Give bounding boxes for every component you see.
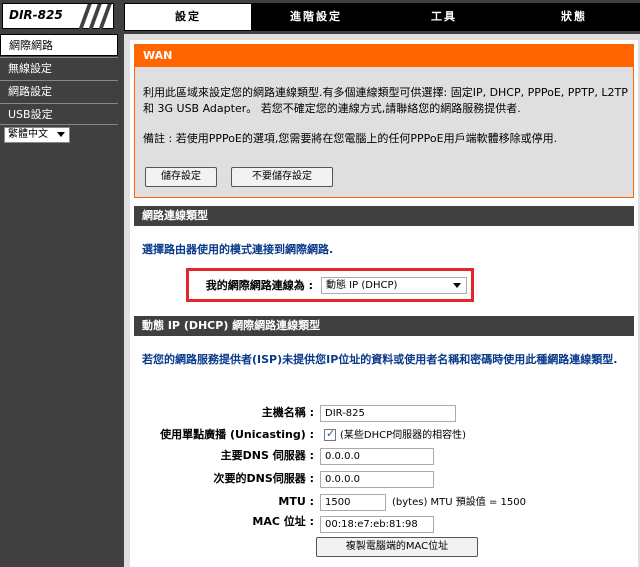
connection-type-select[interactable]: 動態 IP (DHCP) [321,277,467,294]
sidebar-item-usb[interactable]: USB設定 [0,103,118,125]
connection-type-header: 網路連線類型 [134,206,634,226]
connection-type-instruction: 選擇路由器使用的模式連接到網際網路. [142,243,334,256]
connection-type-select-value: 動態 IP (DHCP) [326,280,398,291]
mtu-note: (bytes) MTU 預設值 = 1500 [392,497,526,508]
chevron-down-icon [57,132,65,137]
sidebar: 網際網路 無線設定 網路設定 USB設定 繁體中文 [0,34,118,567]
save-settings-button[interactable]: 儲存設定 [145,167,217,187]
content-panel: WAN 利用此區域來設定您的網路連線類型.有多個連線類型可供選擇: 固定IP, … [130,40,638,567]
tab-setup[interactable]: 設定 [124,3,252,31]
wan-section: WAN 利用此區域來設定您的網路連線類型.有多個連線類型可供選擇: 固定IP, … [134,44,634,198]
mtu-input[interactable]: 1500 [320,494,386,511]
dhcp-header: 動態 IP (DHCP) 網際網路連線類型 [134,316,634,336]
tab-tools[interactable]: 工具 [380,3,508,31]
connection-type-highlight: 我的網際網路連線為 : 動態 IP (DHCP) [186,268,474,302]
wan-description: 利用此區域來設定您的網路連線類型.有多個連線類型可供選擇: 固定IP, DHCP… [143,86,628,115]
wan-note: 備註 : 若使用PPPoE的選項,您需要將在您電腦上的任何PPPoE用戶端軟體移… [143,132,558,145]
mac-input[interactable]: 00:18:e7:eb:81:98 [320,516,434,533]
dns1-input[interactable]: 0.0.0.0 [320,448,434,465]
mac-label: MAC 位址 : [252,515,314,528]
dhcp-instruction: 若您的網路服務提供者(ISP)未提供您IP位址的資料或使用者名稱和密碼時使用此種… [142,353,618,366]
sidebar-item-network[interactable]: 網路設定 [0,80,118,102]
logo-text: DIR-825 [9,8,63,22]
sidebar-item-wireless[interactable]: 無線設定 [0,57,118,79]
logo: DIR-825 [2,3,114,30]
dont-save-settings-button[interactable]: 不要儲存設定 [231,167,333,187]
connection-type-label: 我的網際網路連線為 : [205,279,313,292]
tab-status[interactable]: 狀態 [508,3,640,31]
dns2-input[interactable]: 0.0.0.0 [320,471,434,488]
wan-title: WAN [135,45,633,67]
host-name-label: 主機名稱 : [261,406,314,419]
language-select[interactable]: 繁體中文 [4,127,70,143]
dns1-label: 主要DNS 伺服器 : [220,449,314,462]
tab-advanced[interactable]: 進階設定 [252,3,380,31]
dns2-label: 次要的DNS伺服器 : [213,472,315,485]
chevron-down-icon [453,283,461,288]
mtu-label: MTU : [278,495,314,508]
top-bar: DIR-825 設定 進階設定 工具 狀態 [0,0,640,34]
unicast-note: (某些DHCP伺服器的相容性) [340,430,467,441]
sidebar-item-internet[interactable]: 網際網路 [0,34,118,56]
unicast-checkbox[interactable]: ✓ [324,427,336,441]
dhcp-section: 若您的網路服務提供者(ISP)未提供您IP位址的資料或使用者名稱和密碼時使用此種… [134,336,634,567]
clone-mac-button[interactable]: 複製電腦端的MAC位址 [316,537,478,557]
language-select-value: 繁體中文 [8,129,48,140]
host-name-input[interactable]: DIR-825 [320,405,456,422]
unicast-label: 使用單點廣播 (Unicasting) : [160,428,314,441]
check-icon: ✓ [326,427,336,440]
main-area: WAN 利用此區域來設定您的網路連線類型.有多個連線類型可供選擇: 固定IP, … [124,34,640,567]
